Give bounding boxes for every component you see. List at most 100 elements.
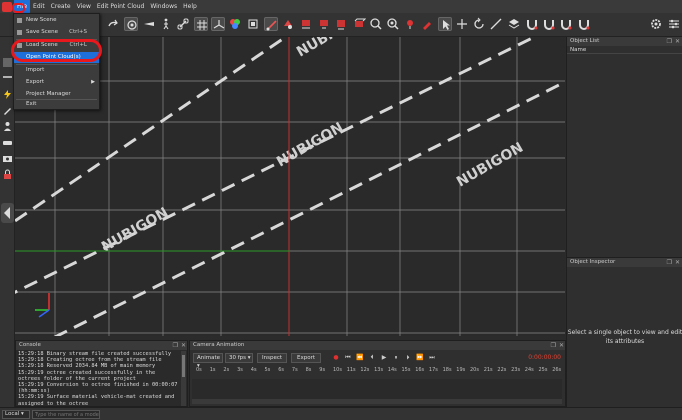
- close-panel-icon[interactable]: ✕: [675, 259, 680, 266]
- inspect-button[interactable]: Inspect: [257, 353, 287, 363]
- new-scene-icon: [17, 18, 22, 23]
- settings-gear-icon[interactable]: [649, 17, 663, 31]
- segment-tool-icon[interactable]: [281, 17, 295, 31]
- coordinate-mode-select[interactable]: Local ▾: [2, 410, 30, 419]
- go-end-icon[interactable]: ⏭: [428, 354, 436, 362]
- walk-icon[interactable]: [159, 17, 173, 31]
- timeline-ruler[interactable]: 0s 1s 2s 3s 4s 5s 6s 7s 8s 9s 10s 11s 12s 13s 14s 15s 16…: [192, 367, 562, 377]
- person-icon[interactable]: [2, 121, 13, 132]
- step-forward-icon[interactable]: ⏵: [404, 354, 412, 362]
- menu-view[interactable]: View: [74, 0, 94, 13]
- name-column-header[interactable]: Name: [567, 46, 682, 54]
- animation-mode-select[interactable]: Animate ▾: [193, 353, 223, 369]
- redo-icon[interactable]: [106, 17, 120, 31]
- vehicle-icon[interactable]: [2, 137, 13, 148]
- camera-icon[interactable]: [2, 153, 13, 164]
- cut-tool-icon[interactable]: [299, 17, 313, 31]
- model-search-input[interactable]: [32, 410, 100, 419]
- timeline-tick: 14s: [387, 367, 397, 373]
- lock-icon[interactable]: [2, 169, 13, 180]
- menu-item-new-scene[interactable]: New Scene: [14, 15, 99, 26]
- timeline-tick: 11s: [346, 367, 356, 373]
- pencil-icon[interactable]: [2, 105, 13, 116]
- timeline-tick: 23s: [511, 367, 521, 373]
- select-cursor-icon[interactable]: [438, 17, 452, 31]
- watermark-stripe: [53, 80, 565, 336]
- frame-icon[interactable]: [246, 17, 260, 31]
- menu-item-save-scene[interactable]: Save Scene Ctrl+S: [14, 27, 99, 38]
- float-panel-icon[interactable]: ❐: [667, 259, 672, 266]
- timeline-tick: 17s: [428, 367, 438, 373]
- measure-tool-icon[interactable]: [264, 17, 278, 31]
- orbit-icon[interactable]: [124, 17, 138, 31]
- pause-icon[interactable]: ⏸: [392, 354, 400, 362]
- menu-edit-point-cloud[interactable]: Edit Point Cloud: [94, 0, 147, 13]
- highlight-annotation: [11, 39, 102, 62]
- timeline-tick: 13s: [374, 367, 384, 373]
- fly-icon[interactable]: [142, 17, 156, 31]
- app-window: File Edit Create View Edit Point Cloud W…: [0, 0, 682, 420]
- menu-item-export[interactable]: Export ▶: [14, 77, 99, 88]
- step-back-icon[interactable]: ⏴: [368, 354, 376, 362]
- grid-toggle-icon[interactable]: [194, 17, 208, 31]
- menu-edit[interactable]: Edit: [30, 0, 48, 13]
- ruler-icon[interactable]: [2, 72, 13, 83]
- snap-edge-icon[interactable]: [559, 17, 573, 31]
- rotate-icon[interactable]: [472, 17, 486, 31]
- snap-icon[interactable]: [542, 17, 556, 31]
- go-start-icon[interactable]: ⏮: [344, 354, 352, 362]
- marker-icon[interactable]: [420, 17, 434, 31]
- close-panel-icon[interactable]: ✕: [181, 342, 186, 349]
- move-icon[interactable]: [455, 17, 469, 31]
- timeline-track[interactable]: [192, 379, 562, 399]
- menu-item-import[interactable]: Import: [14, 65, 99, 76]
- preferences-sliders-icon[interactable]: [667, 17, 681, 31]
- lightning-icon[interactable]: [2, 89, 13, 100]
- next-keyframe-icon[interactable]: ⏩: [416, 354, 424, 362]
- color-icon[interactable]: [228, 17, 242, 31]
- timeline-tick: 2s: [223, 367, 230, 373]
- zoom-region-icon[interactable]: [386, 17, 400, 31]
- object-inspector-panel: Object Inspector ❐ ✕ Select a single obj…: [566, 257, 682, 407]
- collapse-panel-icon[interactable]: [0, 202, 15, 224]
- zoom-in-icon[interactable]: [369, 17, 383, 31]
- timeline-scrollbar[interactable]: [192, 399, 562, 404]
- line-tool-icon[interactable]: [489, 17, 503, 31]
- play-icon[interactable]: ▶: [380, 354, 388, 362]
- menu-create[interactable]: Create: [48, 0, 74, 13]
- timeline-tick: 7s: [291, 367, 298, 373]
- box-tool-icon[interactable]: [352, 17, 367, 31]
- float-panel-icon[interactable]: ❐: [667, 38, 672, 45]
- main-toolbar: [0, 13, 682, 37]
- object-list-panel: Object List ❐ ✕ Name: [566, 37, 682, 257]
- magnet-icon[interactable]: [525, 17, 539, 31]
- crop-tool-icon[interactable]: [317, 17, 331, 31]
- inspector-empty-message: Select a single object to view and edit …: [567, 329, 682, 345]
- console-scrollbar[interactable]: [181, 351, 186, 406]
- timeline-tick: 18s: [442, 367, 452, 373]
- watermark-label: NUBIGON: [99, 205, 171, 256]
- link-icon[interactable]: [176, 17, 190, 31]
- camera-animation-title: Camera Animation: [190, 341, 565, 350]
- timeline-tick: 24s: [524, 367, 534, 373]
- axis-toggle-icon[interactable]: [211, 17, 225, 31]
- menu-help[interactable]: Help: [180, 0, 200, 13]
- timeline-tick: 1s: [209, 367, 216, 373]
- menu-windows[interactable]: Windows: [147, 0, 180, 13]
- float-panel-icon[interactable]: ❐: [173, 342, 178, 349]
- app-logo-icon: [2, 1, 12, 12]
- axis-gizmo: [35, 293, 50, 318]
- snap-face-icon[interactable]: [577, 17, 591, 31]
- record-icon[interactable]: ●: [332, 354, 340, 362]
- fps-select[interactable]: 30 fps ▾: [225, 353, 253, 363]
- point-cloud-icon[interactable]: [2, 57, 13, 68]
- layers-icon[interactable]: [507, 17, 521, 31]
- clip-tool-icon[interactable]: [334, 17, 348, 31]
- export-button[interactable]: Export: [291, 353, 321, 363]
- close-panel-icon[interactable]: ✕: [559, 342, 564, 349]
- pin-icon[interactable]: [403, 17, 417, 31]
- menu-item-exit[interactable]: Exit: [14, 99, 99, 110]
- close-panel-icon[interactable]: ✕: [675, 38, 680, 45]
- prev-keyframe-icon[interactable]: ⏪: [356, 354, 364, 362]
- float-panel-icon[interactable]: ❐: [551, 342, 556, 349]
